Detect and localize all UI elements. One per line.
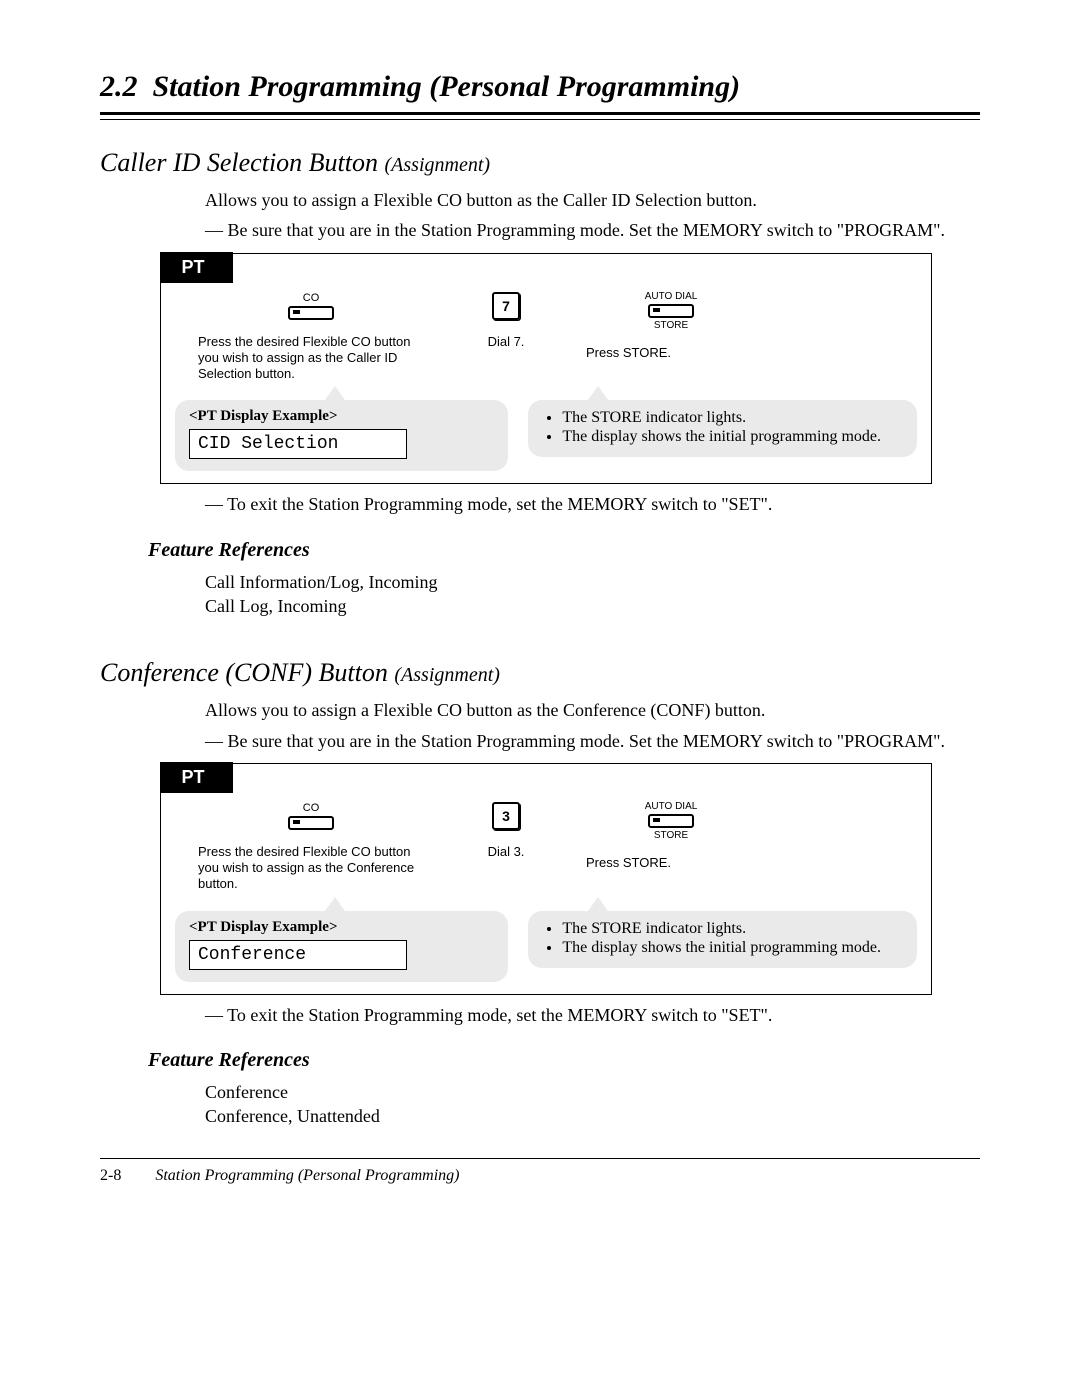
intro-text: Allows you to assign a Flexible CO butto… <box>205 698 980 722</box>
footer-rule <box>100 1158 980 1159</box>
notes-callout: The STORE indicator lights. The display … <box>528 911 917 968</box>
note-item: The display shows the initial programmin… <box>562 428 903 446</box>
footer-title: Station Programming (Personal Programmin… <box>155 1167 459 1184</box>
store-label: STORE <box>654 320 688 331</box>
step-store: AUTO DIAL STORE Press STORE. <box>571 802 771 893</box>
reference-list: Call Information/Log, Incoming Call Log,… <box>205 570 980 619</box>
callouts-row: <PT Display Example> Conference The STOR… <box>175 911 917 982</box>
reference-item: Call Information/Log, Incoming <box>205 570 980 594</box>
store-button-icon <box>648 814 694 828</box>
subsection-title-caller-id: Caller ID Selection Button (Assignment) <box>100 148 980 178</box>
callouts-row: <PT Display Example> CID Selection The S… <box>175 400 917 471</box>
store-label: STORE <box>654 830 688 841</box>
reference-item: Conference, Unattended <box>205 1104 980 1128</box>
section-header: 2.2 Station Programming (Personal Progra… <box>100 70 980 104</box>
display-title: <PT Display Example> <box>189 408 494 425</box>
dial-caption: Dial 7. <box>441 334 571 350</box>
reference-item: Conference <box>205 1080 980 1104</box>
page-number: 2-8 <box>100 1167 121 1184</box>
subsection-sub: (Assignment) <box>394 664 500 686</box>
auto-dial-label: AUTO DIAL <box>645 292 698 302</box>
note-item: The STORE indicator lights. <box>562 409 903 427</box>
co-label: CO <box>303 292 320 304</box>
display-screen: Conference <box>189 940 407 970</box>
co-caption: Press the desired Flexible CO button you… <box>194 844 428 893</box>
pt-tab: PT <box>160 762 233 793</box>
pt-tab: PT <box>160 252 233 283</box>
display-title: <PT Display Example> <box>189 919 494 936</box>
display-callout: <PT Display Example> CID Selection <box>175 400 508 471</box>
reference-list: Conference Conference, Unattended <box>205 1080 980 1129</box>
dial-key: 3 <box>492 802 520 830</box>
reference-item: Call Log, Incoming <box>205 594 980 618</box>
step-co: CO Press the desired Flexible CO button … <box>181 292 441 383</box>
intro-text: Allows you to assign a Flexible CO butto… <box>205 188 980 212</box>
procedure-box: PT CO Press the desired Flexible CO butt… <box>160 253 932 485</box>
co-label: CO <box>303 802 320 814</box>
step-co: CO Press the desired Flexible CO button … <box>181 802 441 893</box>
step-dial: 3 Dial 3. <box>441 802 571 893</box>
co-caption: Press the desired Flexible CO button you… <box>194 334 428 383</box>
note-item: The display shows the initial programmin… <box>562 939 903 957</box>
subsection-title-conference: Conference (CONF) Button (Assignment) <box>100 658 980 688</box>
store-caption: Press STORE. <box>556 855 786 871</box>
exit-note: — To exit the Station Programming mode, … <box>205 492 980 516</box>
section-number: 2.2 <box>100 70 138 103</box>
precondition-text: — Be sure that you are in the Station Pr… <box>205 218 980 242</box>
step-dial: 7 Dial 7. <box>441 292 571 383</box>
display-screen: CID Selection <box>189 429 407 459</box>
subsection-main: Caller ID Selection Button <box>100 148 378 177</box>
display-callout: <PT Display Example> Conference <box>175 911 508 982</box>
auto-dial-label: AUTO DIAL <box>645 802 698 812</box>
subsection-sub: (Assignment) <box>385 154 491 176</box>
co-button-icon <box>288 306 334 320</box>
precondition-text: — Be sure that you are in the Station Pr… <box>205 729 980 753</box>
notes-callout: The STORE indicator lights. The display … <box>528 400 917 457</box>
store-caption: Press STORE. <box>556 345 786 361</box>
dial-caption: Dial 3. <box>441 844 571 860</box>
page-footer: 2-8 Station Programming (Personal Progra… <box>100 1167 980 1185</box>
section-title-text: Station Programming (Personal Programmin… <box>153 70 741 103</box>
dial-key: 7 <box>492 292 520 320</box>
store-button-icon <box>648 304 694 318</box>
note-item: The STORE indicator lights. <box>562 920 903 938</box>
header-rule <box>100 112 980 120</box>
steps-row: CO Press the desired Flexible CO button … <box>161 764 931 893</box>
feature-references-heading: Feature References <box>148 539 980 562</box>
step-store: AUTO DIAL STORE Press STORE. <box>571 292 771 383</box>
procedure-box: PT CO Press the desired Flexible CO butt… <box>160 763 932 995</box>
exit-note: — To exit the Station Programming mode, … <box>205 1003 980 1027</box>
subsection-main: Conference (CONF) Button <box>100 658 388 687</box>
feature-references-heading: Feature References <box>148 1049 980 1072</box>
co-button-icon <box>288 816 334 830</box>
steps-row: CO Press the desired Flexible CO button … <box>161 254 931 383</box>
